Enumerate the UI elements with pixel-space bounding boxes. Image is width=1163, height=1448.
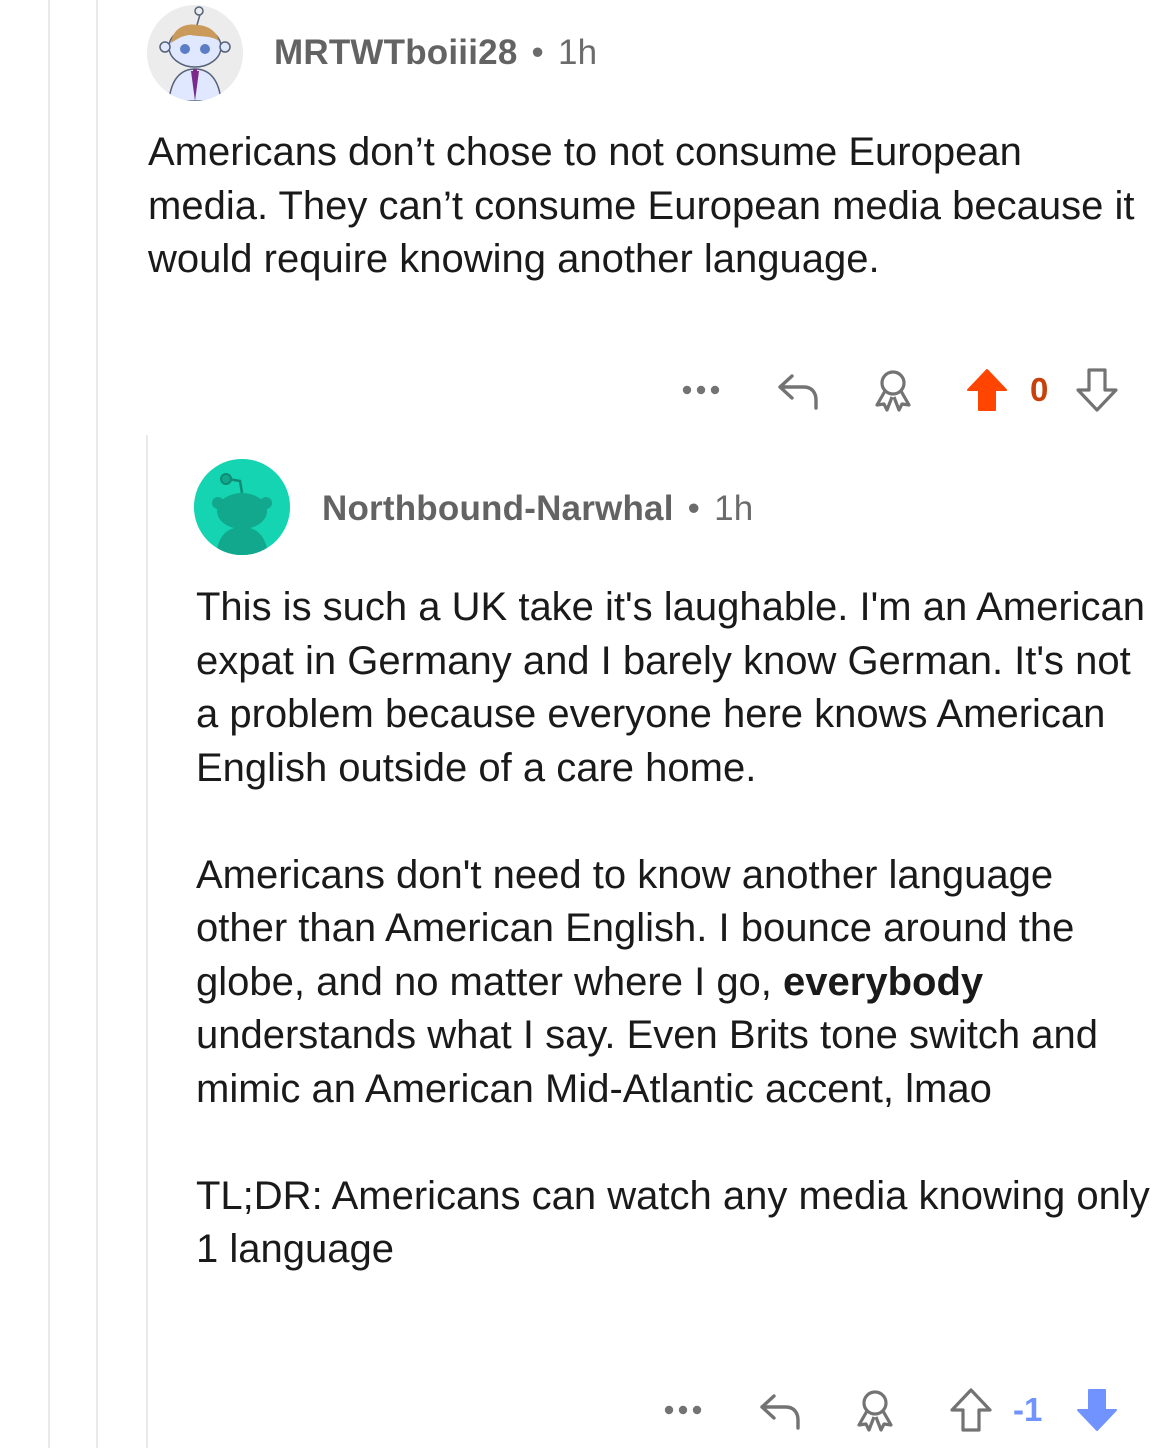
bold-text: everybody bbox=[783, 959, 984, 1004]
award-button[interactable] bbox=[850, 1385, 900, 1435]
vote-score: 0 bbox=[1030, 371, 1049, 408]
award-icon bbox=[875, 370, 911, 412]
downvote-button[interactable] bbox=[1072, 365, 1122, 415]
timestamp: 1h bbox=[557, 33, 598, 72]
meta-separator: • bbox=[687, 489, 701, 528]
username[interactable]: Northbound-Narwhal bbox=[322, 489, 674, 528]
thread-line-reply bbox=[146, 435, 148, 1448]
snoo-default-avatar-icon bbox=[194, 459, 290, 555]
comment-body: This is such a UK take it's laughable. I… bbox=[196, 581, 1151, 1277]
comment-actions: -1 bbox=[640, 1385, 1140, 1435]
upvote-arrow-icon bbox=[950, 1388, 992, 1432]
upvote-button[interactable] bbox=[962, 365, 1012, 415]
upvote-button[interactable] bbox=[946, 1385, 996, 1435]
comment-body: Americans don’t chose to not consume Eur… bbox=[148, 126, 1138, 287]
paragraph-text: understands what I say. Even Brits tone … bbox=[196, 1013, 1098, 1111]
reply-button[interactable] bbox=[772, 365, 822, 415]
award-icon bbox=[857, 1390, 893, 1432]
more-icon bbox=[682, 385, 720, 395]
comment-paragraph: Americans don’t chose to not consume Eur… bbox=[148, 130, 1135, 281]
thread-line-inner bbox=[96, 0, 98, 1448]
timestamp: 1h bbox=[714, 489, 754, 528]
meta-separator: • bbox=[531, 33, 544, 72]
reply-icon bbox=[778, 374, 818, 410]
comment-paragraph: This is such a UK take it's laughable. I… bbox=[196, 585, 1146, 790]
downvote-arrow-filled-icon bbox=[1077, 1389, 1117, 1431]
thread-line-outer bbox=[48, 0, 50, 1448]
reply-button[interactable] bbox=[754, 1385, 804, 1435]
downvote-arrow-icon bbox=[1076, 368, 1118, 412]
comment-meta: MRTWTboiii28 • 1h bbox=[274, 33, 597, 73]
downvote-button[interactable] bbox=[1072, 1385, 1122, 1435]
user-avatar[interactable] bbox=[194, 459, 290, 555]
snoo-avatar-icon bbox=[147, 5, 243, 101]
more-options-button[interactable] bbox=[658, 1385, 708, 1435]
reply-icon bbox=[760, 1394, 800, 1430]
user-avatar[interactable] bbox=[147, 5, 243, 101]
comment-paragraph: Americans don't need to know another lan… bbox=[196, 849, 1151, 1117]
more-icon bbox=[664, 1405, 702, 1415]
more-options-button[interactable] bbox=[676, 365, 726, 415]
comment-meta: Northbound-Narwhal • 1h bbox=[322, 489, 753, 529]
vote-score: -1 bbox=[1013, 1391, 1043, 1428]
award-button[interactable] bbox=[868, 365, 918, 415]
comment-paragraph: TL;DR: Americans can watch any media kno… bbox=[196, 1173, 1150, 1272]
username[interactable]: MRTWTboiii28 bbox=[274, 33, 518, 72]
upvote-arrow-filled-icon bbox=[967, 369, 1007, 411]
comment-actions: 0 bbox=[660, 365, 1140, 415]
